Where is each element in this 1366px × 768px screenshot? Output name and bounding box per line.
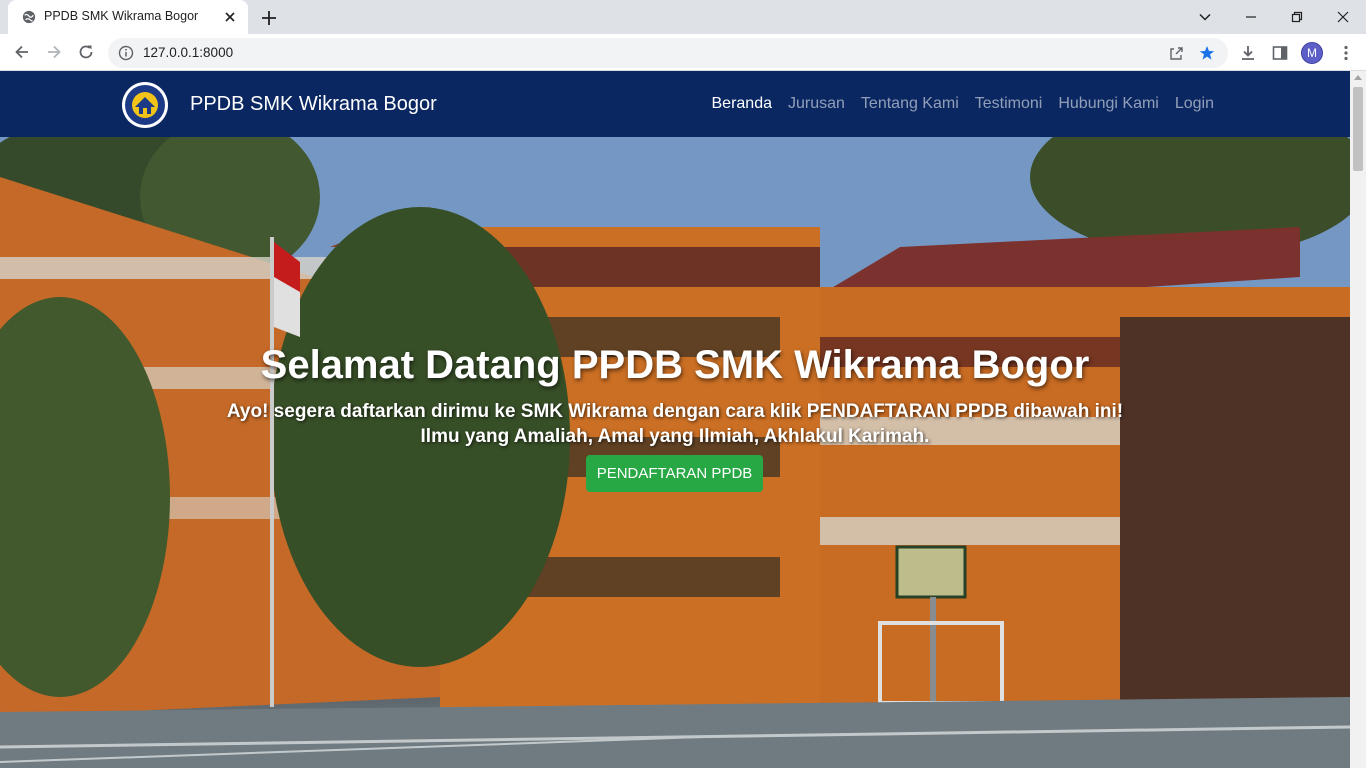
reload-icon	[79, 45, 93, 59]
close-icon	[1337, 11, 1349, 23]
minimize-icon	[1246, 16, 1256, 18]
brand-name[interactable]: PPDB SMK Wikrama Bogor	[190, 93, 437, 116]
tab-title: PPDB SMK Wikrama Bogor	[44, 9, 199, 23]
side-panel-button[interactable]	[1270, 43, 1290, 63]
info-icon[interactable]	[118, 45, 134, 61]
scroll-up-arrow-icon[interactable]	[1354, 75, 1362, 80]
address-bar[interactable]: 127.0.0.1:8000	[108, 38, 1228, 68]
arrow-right-icon	[48, 45, 61, 59]
hero-subtitle-line2: Ilmu yang Amaliah, Amal yang Ilmiah, Akh…	[420, 426, 930, 447]
nav-item-beranda[interactable]: Beranda	[712, 95, 773, 113]
nav-item-login[interactable]: Login	[1175, 95, 1214, 113]
hero-title: Selamat Datang PPDB SMK Wikrama Bogor	[260, 343, 1090, 387]
forward-button[interactable]	[41, 40, 67, 64]
tab-search-button[interactable]	[1182, 0, 1228, 34]
school-logo[interactable]	[121, 81, 169, 129]
hero-background-image	[0, 137, 1350, 768]
site-navbar: PPDB SMK Wikrama Bogor Beranda Jurusan T…	[0, 71, 1350, 137]
restore-icon	[1291, 11, 1303, 23]
hero-section: Selamat Datang PPDB SMK Wikrama Bogor Ay…	[0, 137, 1350, 768]
plus-icon[interactable]	[258, 7, 280, 29]
register-ppdb-button[interactable]: PENDAFTARAN PPDB	[586, 455, 763, 492]
share-icon[interactable]	[1168, 45, 1184, 61]
reload-button[interactable]	[73, 40, 99, 64]
download-button[interactable]	[1238, 43, 1258, 63]
tab-strip: PPDB SMK Wikrama Bogor	[0, 0, 1366, 34]
scroll-thumb[interactable]	[1353, 87, 1363, 171]
chevron-down-icon	[1199, 13, 1211, 21]
hero-subtitle-line1: Ayo! segera daftarkan dirimu ke SMK Wikr…	[226, 401, 1124, 422]
close-window-button[interactable]	[1320, 0, 1366, 34]
globe-icon	[22, 10, 36, 24]
arrow-left-icon	[15, 45, 28, 59]
nav-item-hubungi-kami[interactable]: Hubungi Kami	[1058, 95, 1159, 113]
nav-item-testimoni[interactable]: Testimoni	[975, 95, 1043, 113]
browser-tab[interactable]: PPDB SMK Wikrama Bogor	[8, 0, 248, 34]
minimize-button[interactable]	[1228, 0, 1274, 34]
star-icon[interactable]	[1199, 45, 1215, 61]
url-text: 127.0.0.1:8000	[143, 45, 234, 60]
page-scrollbar[interactable]	[1350, 71, 1366, 768]
browser-toolbar: 127.0.0.1:8000 M	[0, 34, 1366, 71]
side-panel-icon	[1272, 46, 1288, 60]
close-icon[interactable]	[222, 9, 238, 25]
menu-button[interactable]	[1336, 43, 1356, 63]
nav-item-tentang-kami[interactable]: Tentang Kami	[861, 95, 959, 113]
profile-avatar[interactable]: M	[1301, 42, 1323, 64]
page-viewport: PPDB SMK Wikrama Bogor Beranda Jurusan T…	[0, 71, 1350, 768]
back-button[interactable]	[9, 40, 35, 64]
more-vert-icon	[1344, 45, 1348, 61]
download-icon	[1242, 46, 1254, 60]
nav-item-jurusan[interactable]: Jurusan	[788, 95, 845, 113]
hero-subtitle: Ayo! segera daftarkan dirimu ke SMK Wikr…	[0, 399, 1350, 449]
main-menu: Beranda Jurusan Tentang Kami Testimoni H…	[712, 95, 1215, 113]
restore-button[interactable]	[1274, 0, 1320, 34]
